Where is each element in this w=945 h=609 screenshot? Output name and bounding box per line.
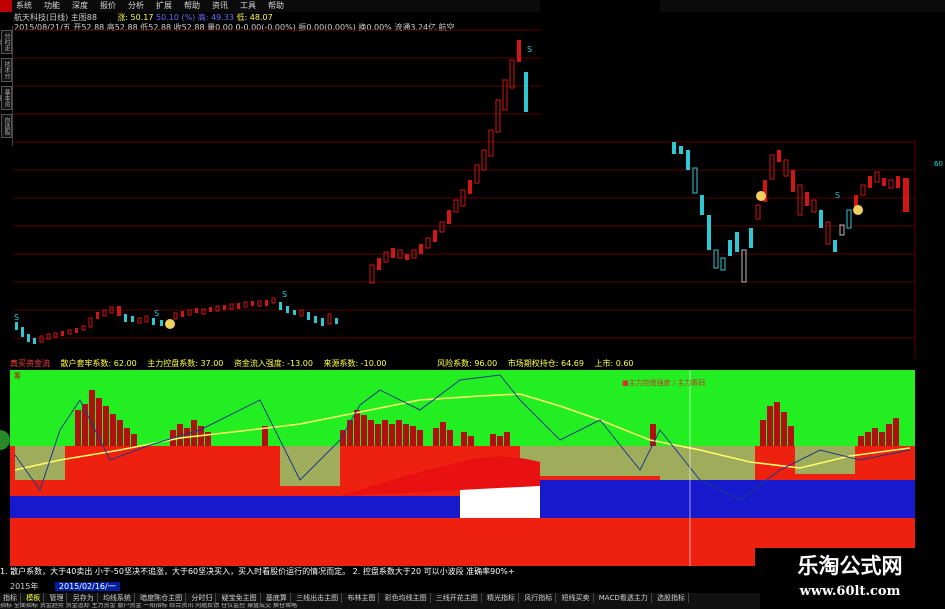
stock-chart[interactable]: S S S S S: [0, 0, 945, 609]
tab-ma-system[interactable]: 均线系统: [100, 593, 135, 603]
panel-legend: ■主力控盘强度 / 主力筹码: [622, 379, 706, 387]
indicator-header: 真买资金流 散户套牢系数: 62.00 主力控盘系数: 37.00 资金流入强度…: [10, 358, 915, 369]
smiley-icon: [853, 205, 863, 215]
indicator-name: 真买资金流: [10, 359, 50, 368]
sell-marker-icon: S: [835, 191, 840, 200]
panel-short-name: 筹: [14, 372, 21, 380]
tab-template[interactable]: 模板: [23, 593, 45, 603]
right-axis-tick: 60: [934, 160, 943, 168]
signal-markers: S S S S S: [14, 45, 863, 329]
sell-marker-icon: S: [282, 290, 287, 299]
smiley-icon: [756, 191, 766, 201]
tab-three-bloom[interactable]: 三线开花主图: [433, 593, 482, 603]
tab-yibao[interactable]: 疑宝免主图: [219, 593, 261, 603]
tab-jingguang[interactable]: 精光指标: [484, 593, 520, 603]
sell-marker-icon: S: [154, 309, 159, 318]
watermark-title: 乐淘公式网: [797, 553, 903, 578]
tab-short-trade[interactable]: 短线买卖: [559, 593, 594, 603]
candles-rally: [369, 40, 528, 284]
tab-fengxing[interactable]: 风行指标: [521, 593, 557, 603]
smiley-icon: [165, 319, 175, 329]
formula-note: 1. 散户系数，大于40卖出 小于-50坚决不追涨，大于60坚决买入，买入时看股…: [0, 567, 515, 576]
watermark-url: www.60lt.com: [799, 584, 901, 599]
trend-coef: 来源系数: -10.00: [323, 359, 387, 368]
tab-macd[interactable]: MACD看透主力: [596, 593, 652, 603]
market-coef: 市场期权持仓: 64.69: [507, 359, 584, 368]
cursor-date: 2015/02/16/一: [54, 582, 120, 591]
watermark: 乐淘公式网 www.60lt.com: [755, 548, 945, 608]
risk-coef: 风险系数: 96.00: [437, 359, 498, 368]
tab-indicator[interactable]: 指标: [0, 593, 21, 603]
tab-save-as[interactable]: 另存为: [70, 593, 98, 603]
up-coef: 上市: 0.60: [594, 359, 634, 368]
year-label: 2015年: [10, 582, 39, 591]
tab-three-line[interactable]: 三线出击主图: [293, 593, 343, 603]
indicator-tab-bar: 指标 模板 管理 另存为 均线系统 暗度陈仓主图 分时归 疑宝免主图 基底算 三…: [0, 593, 760, 603]
candles-crash: [672, 142, 909, 283]
bottom-strip: 指标 全面指标 资金趋势 资金追踪 主力资金 散户资金 一阳指标 综合资讯 问题…: [0, 603, 760, 609]
tab-manage[interactable]: 管理: [46, 593, 68, 603]
candles-early: [15, 297, 338, 344]
tab-stock-pick[interactable]: 选股指标: [654, 593, 689, 603]
inflow-coef: 资金流入强度: -13.00: [233, 359, 313, 368]
tab-color-ma[interactable]: 彩色均线主图: [382, 593, 431, 603]
sell-marker-icon: S: [527, 45, 532, 54]
retail-coef: 散户套牢系数: 62.00: [60, 359, 137, 368]
date-row: 2015年 2015/02/16/一: [10, 582, 120, 592]
sell-marker-icon: S: [14, 313, 19, 322]
tab-boll[interactable]: 布林主图: [344, 593, 380, 603]
price-grid: [13, 0, 916, 360]
tab-base[interactable]: 基底算: [263, 593, 291, 603]
indicator-panel: [10, 370, 915, 566]
main-coef: 主力控盘系数: 37.00: [147, 359, 224, 368]
tab-timeshare[interactable]: 分时归: [188, 593, 217, 603]
tab-ad-main[interactable]: 暗度陈仓主图: [137, 593, 187, 603]
